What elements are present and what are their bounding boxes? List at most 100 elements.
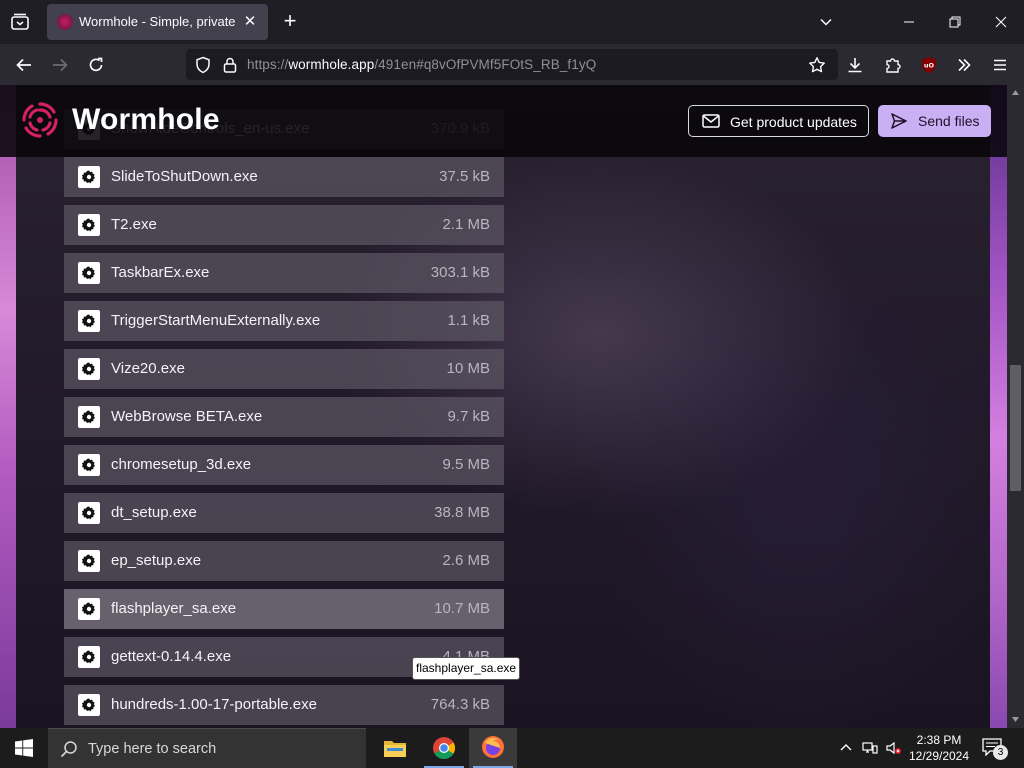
file-row[interactable]: SlideToShutDown.exe 37.5 kB [64, 157, 504, 197]
executable-file-gear-icon [78, 550, 100, 572]
arrow-left-icon [16, 58, 31, 72]
ublock-shield-icon: uO [922, 57, 936, 73]
network-icon[interactable] [862, 740, 878, 756]
file-row[interactable]: flashplayer_sa.exe 10.7 MB [64, 589, 504, 629]
app-menu-button[interactable] [988, 53, 1012, 77]
file-size: 1.1 kB [447, 312, 490, 329]
file-name: T2.exe [111, 216, 157, 233]
hamburger-menu-icon [994, 59, 1006, 71]
executable-file-gear-icon [78, 310, 100, 332]
back-button[interactable] [12, 53, 36, 77]
windows-taskbar: Type here to search 2:38 PM 12/29/2024 3 [0, 728, 1024, 768]
volume-muted-icon[interactable] [886, 740, 902, 756]
url-host: wormhole.app [288, 57, 375, 72]
taskbar-search-box[interactable]: Type here to search [48, 728, 366, 768]
extensions-button[interactable] [881, 53, 905, 77]
executable-file-gear-icon [78, 502, 100, 524]
wormhole-favicon-icon [57, 14, 73, 30]
executable-file-gear-icon [78, 406, 100, 428]
file-row[interactable]: hundreds-1.00-17-portable.exe 764.3 kB [64, 685, 504, 725]
file-name: SlideToShutDown.exe [111, 168, 258, 185]
file-name: WebBrowse BETA.exe [111, 408, 263, 425]
windows-logo-icon [15, 739, 33, 757]
more-tools-button[interactable] [952, 53, 976, 77]
executable-file-gear-icon [78, 262, 100, 284]
file-size: 2.1 MB [442, 216, 490, 233]
list-all-tabs-button[interactable] [8, 10, 32, 34]
browser-tab-bar: Wormhole - Simple, private file sharing … [0, 0, 1024, 44]
action-center-button[interactable]: 3 [982, 738, 1008, 760]
chrome-icon [433, 737, 455, 759]
address-bar[interactable]: https://wormhole.app/491en#q8vOfPVMf5FOt… [186, 49, 838, 80]
file-name: gettext-0.14.4.exe [111, 648, 232, 665]
web-page-content: ShowHideControls_en-us.exe370.9 kBSlideT… [0, 85, 1024, 728]
page-scrollbar[interactable] [1007, 85, 1024, 728]
file-row[interactable]: T2.exe 2.1 MB [64, 205, 504, 245]
scroll-down-arrow-icon[interactable] [1011, 715, 1020, 723]
scrollbar-thumb[interactable] [1010, 365, 1021, 491]
wormhole-logo-icon[interactable] [20, 100, 60, 140]
get-product-updates-button[interactable]: Get product updates [688, 105, 869, 137]
ublock-origin-button[interactable]: uO [917, 53, 941, 77]
taskbar-chrome[interactable] [420, 728, 468, 768]
file-size: 764.3 kB [430, 696, 490, 713]
minimize-window-button[interactable] [895, 8, 923, 36]
send-files-button[interactable]: Send files [878, 105, 991, 137]
close-tab-icon[interactable]: ✕ [240, 12, 260, 32]
get-product-updates-label: Get product updates [730, 114, 857, 130]
file-size: 9.7 kB [447, 408, 490, 425]
forward-button[interactable] [48, 53, 72, 77]
background-nebula-right [990, 85, 1007, 728]
reload-button[interactable] [84, 53, 108, 77]
tracking-protection-shield-icon[interactable] [194, 56, 212, 74]
show-hidden-icons-chevron-up-icon[interactable] [838, 740, 854, 756]
file-row[interactable]: dt_setup.exe 38.8 MB [64, 493, 504, 533]
taskbar-firefox[interactable] [469, 728, 517, 768]
file-name: Vize20.exe [111, 360, 185, 377]
file-name: flashplayer_sa.exe [111, 600, 237, 617]
file-name: dt_setup.exe [111, 504, 197, 521]
browser-navigation-bar: https://wormhole.app/491en#q8vOfPVMf5FOt… [0, 44, 1024, 85]
file-row[interactable]: TaskbarEx.exe 303.1 kB [64, 253, 504, 293]
file-size: 10 MB [446, 360, 490, 377]
file-name: chromesetup_3d.exe [111, 456, 252, 473]
file-size: 9.5 MB [442, 456, 490, 473]
file-size: 38.8 MB [434, 504, 490, 521]
executable-file-gear-icon [78, 166, 100, 188]
folder-icon [384, 741, 406, 757]
executable-file-gear-icon [78, 646, 100, 668]
file-size: 303.1 kB [430, 264, 490, 281]
file-name: TaskbarEx.exe [111, 264, 210, 281]
restore-window-button[interactable] [941, 8, 969, 36]
browser-tab-active[interactable]: Wormhole - Simple, private file sharing … [47, 4, 268, 40]
close-window-button[interactable] [987, 8, 1015, 36]
file-row[interactable]: Vize20.exe 10 MB [64, 349, 504, 389]
lock-icon[interactable] [221, 56, 239, 74]
svg-text:uO: uO [924, 62, 935, 70]
file-size: 2.6 MB [442, 552, 490, 569]
download-icon [848, 58, 862, 73]
tab-overflow-chevron-down-icon[interactable] [812, 8, 840, 36]
executable-file-gear-icon [78, 358, 100, 380]
file-row[interactable]: chromesetup_3d.exe 9.5 MB [64, 445, 504, 485]
file-row[interactable]: WebBrowse BETA.exe 9.7 kB [64, 397, 504, 437]
reload-icon [89, 57, 103, 72]
file-row[interactable]: ep_setup.exe 2.6 MB [64, 541, 504, 581]
taskbar-file-explorer[interactable] [371, 728, 419, 768]
downloads-button[interactable] [843, 53, 867, 77]
executable-file-gear-icon [78, 694, 100, 716]
site-logo-text[interactable]: Wormhole [72, 103, 220, 137]
file-name: TriggerStartMenuExternally.exe [111, 312, 321, 329]
file-row[interactable]: TriggerStartMenuExternally.exe 1.1 kB [64, 301, 504, 341]
file-name: ep_setup.exe [111, 552, 202, 569]
taskbar-clock[interactable]: 2:38 PM 12/29/2024 [906, 732, 972, 764]
executable-file-gear-icon [78, 598, 100, 620]
notification-count-badge: 3 [993, 745, 1008, 760]
search-icon [60, 741, 77, 758]
url-text[interactable]: https://wormhole.app/491en#q8vOfPVMf5FOt… [247, 57, 596, 72]
scroll-up-arrow-icon[interactable] [1011, 89, 1020, 97]
background-nebula-left [0, 85, 16, 728]
new-tab-button[interactable]: + [278, 10, 302, 34]
bookmark-star-button[interactable] [805, 53, 829, 77]
start-button[interactable] [0, 728, 48, 768]
